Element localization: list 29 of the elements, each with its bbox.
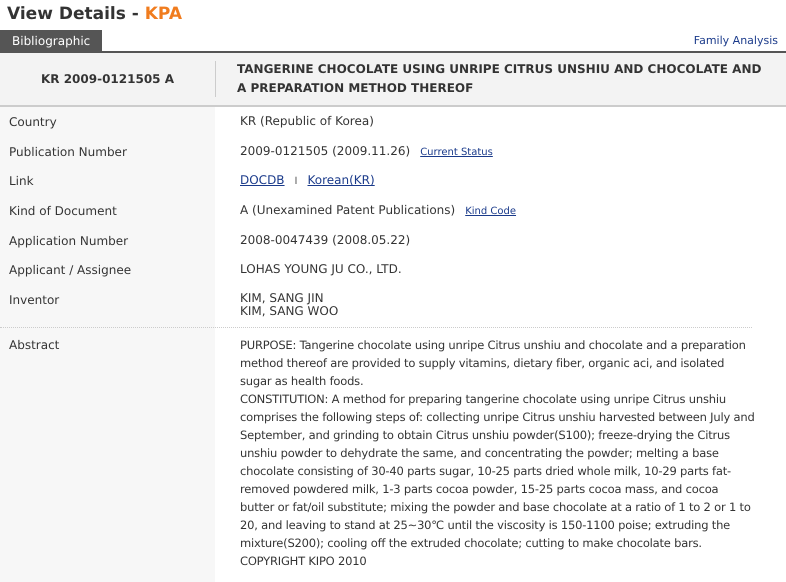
- page-title: View Details -: [7, 4, 140, 24]
- tab[interactable]: Bibliographic: [0, 30, 102, 51]
- field-label: Kind of Document: [9, 204, 117, 218]
- field-value: 2008-0047439 (2008.05.22): [240, 232, 410, 247]
- link[interactable]: Current Status: [420, 146, 493, 158]
- link[interactable]: Korean(KR): [308, 173, 375, 188]
- field-label: Application Number: [9, 234, 128, 248]
- field-value: 2009-0121505 (2009.11.26): [240, 144, 410, 158]
- field-label: Country: [9, 115, 57, 129]
- field-label: Publication Number: [9, 144, 127, 159]
- field-label: Link: [9, 174, 34, 188]
- patent-number: KR 2009-0121505 A: [40, 72, 174, 86]
- field-value: LOHAS YOUNG JU CO., LTD.: [240, 262, 402, 276]
- field-value: KIM, SANG WOO: [240, 305, 338, 318]
- field-value: KR (Republic of Korea): [240, 114, 374, 128]
- link[interactable]: Kind Code: [465, 206, 516, 218]
- field-label: Applicant / Assignee: [9, 263, 132, 278]
- link[interactable]: DOCDB: [240, 173, 285, 188]
- field-value: KIM, SANG JIN: [240, 292, 324, 306]
- field-label: Inventor: [9, 293, 60, 308]
- source-name: KPA: [144, 4, 182, 24]
- abstract-paragraph: PURPOSE: Tangerine chocolate using unripe Citrus unshiu and chocolate and a preparation method thereof are provided to supply vitamins, dietary fiber, organic aci, and isolated sugar as health foods.: [240, 336, 747, 390]
- abstract-paragraph: COPYRIGHT KIPO 2010: [240, 552, 368, 570]
- abstract-paragraph: CONSTITUTION: A method for preparing tangerine chocolate using unripe Citrus unshiu comprises the following steps of: collecting unripe Citrus unshiu harvested between July and September, and grinding to obtain Citrus unshiu powder(S100); freeze-drying the Citrus unshiu powder to dehydrate the same, and concentrating the powder; melting a base chocolate consisting of 30-40 parts sugar, 10-25 parts dried whole milk, 10-29 parts fat-removed powdered milk, 1-3 parts cocoa powder, 15-25 parts cocoa mass, and cocoa butter or fat/oil substitute; mixing the powder and base chocolate at a ratio of 1 to 2 or 1 to 20, and leaving to stand at 25~30℃ until the viscosity is 150-1100 poise; extruding the mixture(S200); cooling off the extruded chocolate; cutting to make chocolate bars.: [240, 390, 755, 552]
- separator: I: [294, 176, 298, 188]
- field-value: A (Unexamined Patent Publications): [240, 203, 456, 218]
- patent-title: TANGERINE CHOCOLATE USING UNRIPE CITRUS UNSHIU AND CHOCOLATE AND A PREPARATION METHOD THEREOF: [236, 61, 762, 97]
- family-analysis-link[interactable]: Family Analysis: [694, 34, 786, 51]
- field-label: Abstract: [9, 338, 60, 352]
